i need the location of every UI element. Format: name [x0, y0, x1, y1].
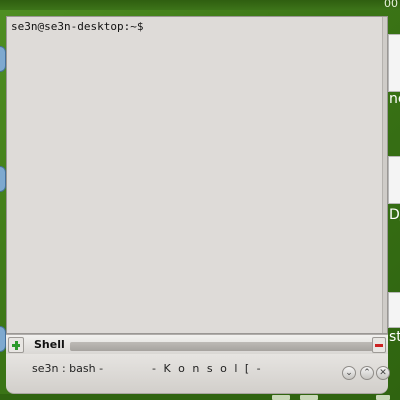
session-title: se3n : bash -: [32, 362, 104, 375]
tab-indicator: [70, 342, 374, 351]
top-panel: [0, 0, 400, 10]
background-text: D/: [389, 208, 400, 222]
konsole-window[interactable]: se3n@se3n-desktop:~$ Shell se3n : bash -…: [0, 10, 390, 394]
close-tab-button[interactable]: [372, 337, 386, 353]
tab-shell[interactable]: Shell: [34, 338, 65, 351]
terminal-scrollbar[interactable]: [382, 17, 387, 333]
background-text: nc: [389, 92, 400, 106]
close-button[interactable]: ✕: [376, 366, 390, 380]
taskbar-item[interactable]: [376, 395, 390, 400]
taskbar-item[interactable]: [272, 395, 290, 400]
maximize-button[interactable]: ⌃: [360, 366, 374, 380]
tab-bar: Shell: [6, 334, 388, 354]
terminal-prompt: se3n@se3n-desktop:~$: [11, 20, 144, 33]
background-text: st: [389, 330, 400, 344]
window-titlebar[interactable]: se3n : bash - - K o n s o l [ - ⌄ ⌃ ✕: [6, 354, 390, 394]
minimize-button[interactable]: ⌄: [342, 366, 356, 380]
terminal-area[interactable]: se3n@se3n-desktop:~$: [6, 16, 388, 334]
app-title: - K o n s o l [ -: [152, 362, 263, 375]
bottom-panel: [0, 394, 400, 400]
taskbar-item[interactable]: [300, 395, 318, 400]
new-tab-button[interactable]: [8, 337, 24, 353]
